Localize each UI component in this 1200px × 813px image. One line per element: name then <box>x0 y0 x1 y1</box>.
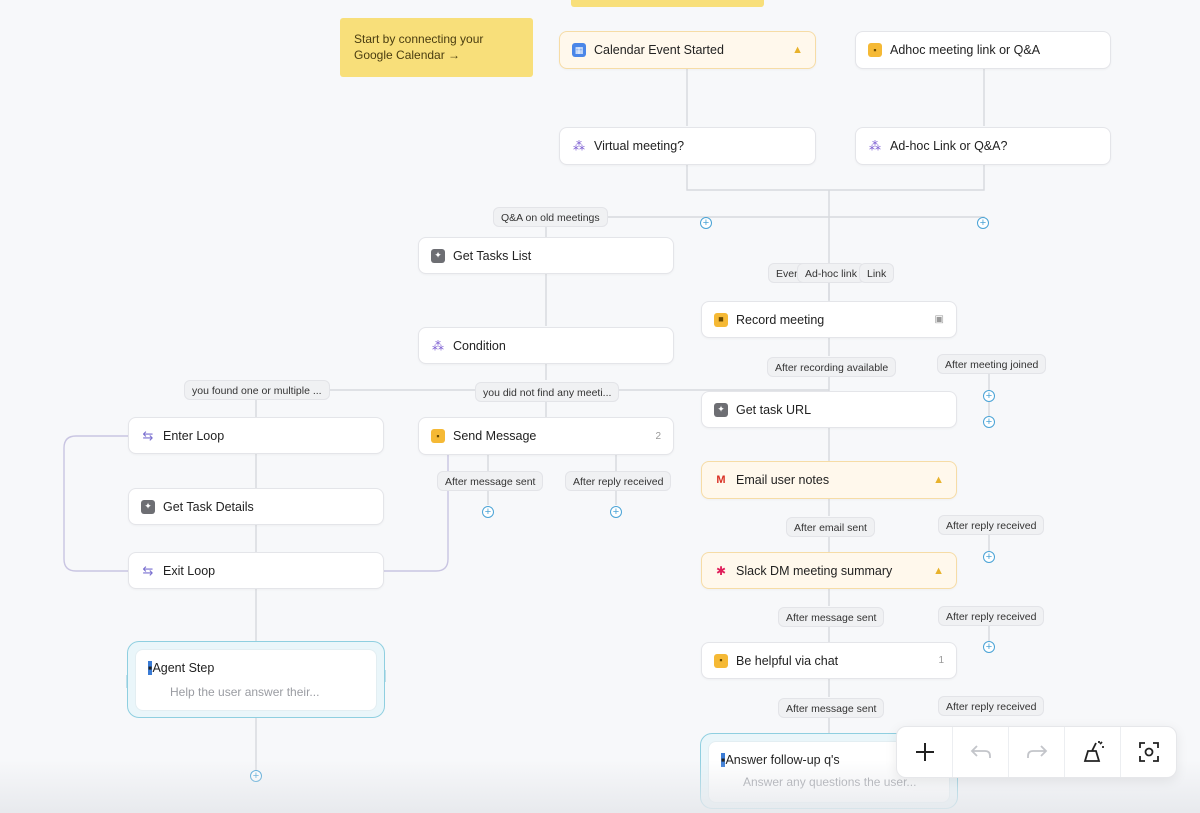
node-label: Be helpful via chat <box>736 653 839 668</box>
node-label: Exit Loop <box>163 563 216 578</box>
branch-label-after-reply[interactable]: After reply received <box>938 515 1045 535</box>
node-label: Record meeting <box>736 312 825 327</box>
node-label: Adhoc meeting link or Q&A <box>890 43 1041 57</box>
note-edge <box>571 0 764 7</box>
branch-icon: ⁂ <box>573 139 585 153</box>
onboarding-note[interactable]: Start by connecting your Google Calendar… <box>340 18 533 77</box>
agent-step-description: Help the user answer their... <box>170 685 320 699</box>
branch-label-found[interactable]: you found one or multiple ... <box>184 380 330 400</box>
node-send-message[interactable]: ▪ Send Message 2 <box>418 417 674 455</box>
node-label: Calendar Event Started <box>594 43 724 57</box>
add-step-button[interactable]: + <box>983 390 995 402</box>
loop-icon: ⇆ <box>142 428 154 443</box>
plus-icon[interactable] <box>897 727 953 777</box>
tool-icon: ✦ <box>431 248 445 263</box>
workflow-canvas[interactable]: Start by connecting your Google Calendar… <box>0 0 1200 813</box>
answer-followup-title: Answer follow-up q's <box>725 753 840 767</box>
chat-icon: ▪ <box>431 429 445 443</box>
chat-icon: ▪ <box>868 43 882 57</box>
node-exit-loop[interactable]: ⇆ Exit Loop <box>128 552 384 589</box>
tool-icon: ✦ <box>714 402 728 417</box>
node-condition[interactable]: ⁂ Condition <box>418 327 674 364</box>
add-step-button[interactable]: + <box>700 217 712 229</box>
slack-icon: ✱ <box>715 563 727 578</box>
redo-icon[interactable] <box>1009 727 1065 777</box>
clean-icon[interactable] <box>1065 727 1121 777</box>
node-slack-dm-summary[interactable]: ✱ Slack DM meeting summary ▲ <box>701 552 957 589</box>
node-label: Condition <box>453 338 506 353</box>
message-count: 1 <box>938 655 944 666</box>
branch-label-after-email[interactable]: After email sent <box>786 517 875 537</box>
node-record-meeting[interactable]: ■ Record meeting ▣ <box>701 301 957 338</box>
canvas-toolbar <box>896 726 1177 778</box>
node-label: Send Message <box>453 429 537 443</box>
add-step-button[interactable]: + <box>250 770 262 782</box>
node-label: Ad-hoc Link or Q&A? <box>890 139 1008 153</box>
video-camera-icon: ■ <box>714 312 728 327</box>
node-get-tasks-list[interactable]: ✦ Get Tasks List <box>418 237 674 274</box>
node-label: Virtual meeting? <box>594 139 685 153</box>
loop-icon: ⇆ <box>142 563 154 578</box>
agent-step-title: Agent Step <box>152 661 215 675</box>
warning-icon: ▲ <box>792 44 803 56</box>
branch-label-not-found[interactable]: you did not find any meeti... <box>475 382 620 402</box>
node-adhoc-meeting-link[interactable]: ▪ Adhoc meeting link or Q&A <box>855 31 1111 69</box>
branch-label-after-reply[interactable]: After reply received <box>565 471 672 491</box>
agent-step-container[interactable]: ▪ Agent Step Help the user answer their.… <box>127 641 385 718</box>
node-label: Email user notes <box>736 473 830 487</box>
warning-icon: ▲ <box>933 564 944 577</box>
lock-icon: ▣ <box>934 314 944 325</box>
node-label: Slack DM meeting summary <box>736 563 893 578</box>
branch-label-after-message-sent[interactable]: After message sent <box>778 607 885 627</box>
branch-label-after-joined[interactable]: After meeting joined <box>937 354 1047 374</box>
node-email-user-notes[interactable]: M Email user notes ▲ <box>701 461 957 499</box>
add-step-button[interactable]: + <box>977 217 989 229</box>
warning-icon: ▲ <box>933 474 944 486</box>
undo-icon[interactable] <box>953 727 1009 777</box>
add-step-button[interactable]: + <box>610 506 622 518</box>
node-be-helpful-chat[interactable]: ▪ Be helpful via chat 1 <box>701 642 957 679</box>
node-virtual-meeting[interactable]: ⁂ Virtual meeting? <box>559 127 816 165</box>
node-label: Get task URL <box>736 402 812 417</box>
node-get-task-url[interactable]: ✦ Get task URL <box>701 391 957 428</box>
add-step-button[interactable]: + <box>983 551 995 563</box>
gmail-icon: M <box>716 473 726 486</box>
branch-icon: ⁂ <box>869 139 881 153</box>
node-adhoc-condition[interactable]: ⁂ Ad-hoc Link or Q&A? <box>855 127 1111 165</box>
branch-label-link[interactable]: Link <box>859 263 895 283</box>
branch-label-after-message-sent[interactable]: After message sent <box>437 471 544 491</box>
branch-label-after-reply[interactable]: After reply received <box>938 696 1045 716</box>
branch-label-after-recording[interactable]: After recording available <box>767 357 897 377</box>
onboarding-note-text: Start by connecting your Google Calendar… <box>354 32 484 62</box>
branch-label-after-reply[interactable]: After reply received <box>938 606 1045 626</box>
add-step-button[interactable]: + <box>482 506 494 518</box>
node-label: Get Task Details <box>163 499 254 514</box>
add-step-button[interactable]: + <box>983 641 995 653</box>
agent-step-card[interactable]: ▪ Agent Step Help the user answer their.… <box>135 649 377 711</box>
node-get-task-details[interactable]: ✦ Get Task Details <box>128 488 384 525</box>
node-calendar-event-started[interactable]: ▦ Calendar Event Started ▲ <box>559 31 816 69</box>
add-step-button[interactable]: + <box>983 416 995 428</box>
branch-label-after-message-sent[interactable]: After message sent <box>778 698 885 718</box>
tool-icon: ✦ <box>141 499 155 514</box>
message-count: 2 <box>655 430 661 442</box>
chat-icon: ▪ <box>714 653 728 668</box>
calendar-icon: ▦ <box>572 43 586 57</box>
screenshot-icon[interactable] <box>1121 727 1176 777</box>
node-enter-loop[interactable]: ⇆ Enter Loop <box>128 417 384 454</box>
branch-label-adhoc-link[interactable]: Ad-hoc link <box>797 263 865 283</box>
branch-icon: ⁂ <box>432 338 444 353</box>
node-label: Get Tasks List <box>453 248 532 263</box>
branch-label-qa-old[interactable]: Q&A on old meetings <box>493 207 608 227</box>
node-label: Enter Loop <box>163 428 225 443</box>
